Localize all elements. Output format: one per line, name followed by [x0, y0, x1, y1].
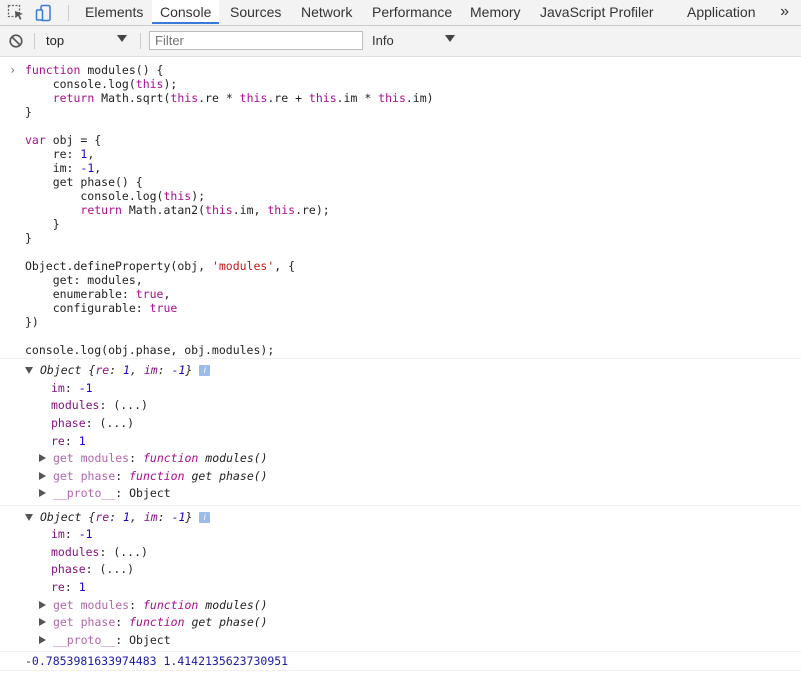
object-summary[interactable]: Object {re: 1, im: -1} i: [25, 510, 211, 524]
code-line: im: -1,: [25, 161, 102, 175]
filter-input[interactable]: [149, 31, 363, 50]
expand-triangle-icon[interactable]: [25, 514, 33, 521]
input-prompt-icon: ›: [9, 63, 17, 77]
tab-console[interactable]: Console: [152, 0, 220, 24]
info-badge-icon[interactable]: i: [199, 365, 211, 376]
tab-memory[interactable]: Memory: [470, 0, 521, 25]
object-getter[interactable]: get phase: function get phase(): [39, 615, 268, 629]
info-badge-icon[interactable]: i: [199, 512, 211, 523]
code-line: return Math.sqrt(this.re * this.re + thi…: [52, 91, 434, 105]
code-line: return Math.atan2(this.im, this.re);: [80, 203, 330, 217]
object-getter[interactable]: get phase: function get phase(): [39, 469, 268, 483]
object-proto[interactable]: __proto__: Object: [39, 633, 171, 647]
expand-triangle-icon[interactable]: [39, 489, 46, 497]
object-property: im: -1: [51, 527, 93, 541]
expand-triangle-icon[interactable]: [25, 367, 33, 374]
tab-network[interactable]: Network: [301, 0, 352, 25]
code-line: function modules() {: [25, 63, 164, 77]
object-property: re: 1: [51, 434, 86, 448]
toolbar-divider: [140, 33, 141, 49]
object-summary[interactable]: Object {re: 1, im: -1} i: [25, 363, 211, 377]
context-selector[interactable]: top: [46, 33, 64, 48]
code-line: console.log(obj.phase, obj.modules);: [25, 343, 275, 357]
object-property[interactable]: phase: (...): [51, 416, 134, 430]
code-line: enumerable: true,: [25, 287, 171, 301]
toolbar-divider: [34, 33, 35, 49]
expand-triangle-icon[interactable]: [39, 618, 46, 626]
code-line: get phase() {: [25, 175, 143, 189]
code-line: }): [25, 315, 39, 329]
object-property: re: 1: [51, 580, 86, 594]
devtools-tab-bar: Elements Console Sources Network Perform…: [0, 0, 801, 26]
code-line: }: [25, 217, 60, 231]
log-separator: [0, 651, 801, 652]
object-getter[interactable]: get modules: function modules(): [39, 598, 268, 612]
tab-sources[interactable]: Sources: [230, 0, 281, 25]
code-line: get: modules,: [25, 273, 143, 287]
code-line: re: 1,: [25, 147, 95, 161]
expand-triangle-icon[interactable]: [39, 636, 46, 644]
code-line: var obj = {: [25, 133, 102, 147]
more-tabs-button[interactable]: »: [780, 0, 789, 25]
device-toolbar-icon[interactable]: [34, 3, 54, 23]
console-result: -0.7853981633974483 1.4142135623730951: [25, 654, 289, 668]
log-separator: [0, 670, 801, 671]
tab-performance[interactable]: Performance: [372, 0, 452, 25]
code-line: }: [25, 231, 32, 245]
code-line: console.log(this);: [25, 189, 206, 203]
code-line: }: [25, 105, 32, 119]
cursor-select-icon[interactable]: [6, 3, 26, 23]
code-line: Object.defineProperty(obj, 'modules', {: [25, 259, 296, 273]
context-dropdown-arrow-icon[interactable]: [117, 35, 127, 42]
object-proto[interactable]: __proto__: Object: [39, 486, 171, 500]
console-toolbar: top Info: [0, 26, 801, 57]
expand-triangle-icon[interactable]: [39, 601, 46, 609]
expand-triangle-icon[interactable]: [39, 472, 46, 480]
object-getter[interactable]: get modules: function modules(): [39, 451, 268, 465]
object-property: im: -1: [51, 381, 93, 395]
console-output: › function modules() { console.log(this)…: [0, 57, 801, 675]
tab-application[interactable]: Application: [687, 0, 756, 25]
clear-console-icon[interactable]: [9, 34, 23, 48]
toolbar-divider: [68, 5, 69, 21]
expand-triangle-icon[interactable]: [39, 454, 46, 462]
tab-elements[interactable]: Elements: [85, 0, 143, 25]
tab-javascript-profiler[interactable]: JavaScript Profiler: [540, 0, 654, 25]
log-separator: [0, 358, 801, 359]
object-property[interactable]: modules: (...): [51, 545, 148, 559]
object-property[interactable]: phase: (...): [51, 562, 134, 576]
log-separator: [0, 505, 801, 506]
log-level-selector[interactable]: Info: [372, 33, 394, 48]
log-level-dropdown-arrow-icon[interactable]: [445, 35, 455, 42]
object-property[interactable]: modules: (...): [51, 398, 148, 412]
code-line: configurable: true: [25, 301, 178, 315]
code-line: console.log(this);: [25, 77, 178, 91]
